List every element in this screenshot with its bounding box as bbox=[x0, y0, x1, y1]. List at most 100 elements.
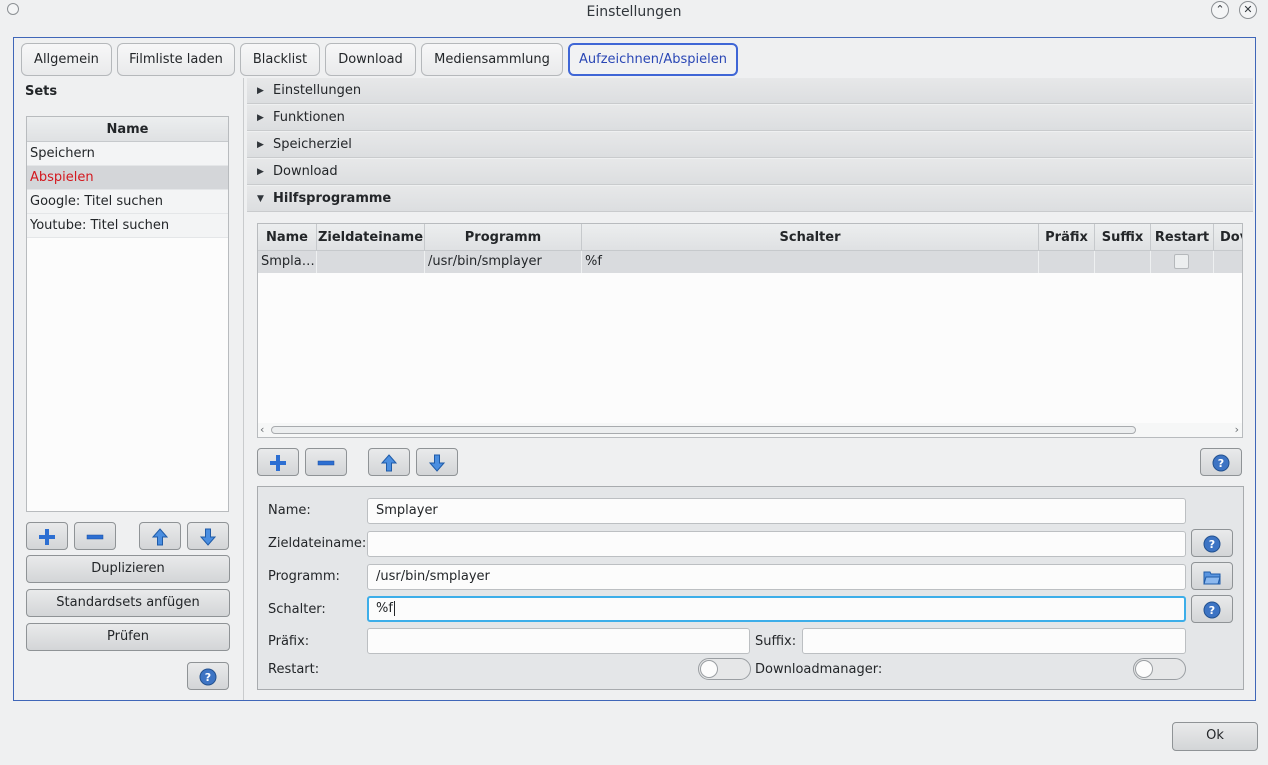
cell-restart bbox=[1151, 251, 1214, 273]
expand-icon: ▶ bbox=[257, 86, 264, 96]
tab-mediensammlung[interactable]: Mediensammlung bbox=[421, 43, 563, 76]
title-bar: Einstellungen ⌃ ✕ bbox=[0, 0, 1268, 26]
switch-help-button[interactable]: ? bbox=[1191, 595, 1233, 623]
section-label: Funktionen bbox=[273, 110, 345, 125]
move-program-up-button[interactable] bbox=[368, 448, 410, 476]
close-icon[interactable]: ✕ bbox=[1239, 1, 1257, 19]
sets-header: Sets bbox=[25, 84, 58, 99]
section-download[interactable]: ▶ Download bbox=[247, 159, 1253, 185]
add-set-button[interactable] bbox=[26, 522, 68, 550]
section-speicherziel[interactable]: ▶ Speicherziel bbox=[247, 132, 1253, 158]
name-label: Name: bbox=[268, 503, 311, 518]
section-funktionen[interactable]: ▶ Funktionen bbox=[247, 105, 1253, 131]
collapse-icon: ▼ bbox=[257, 194, 264, 204]
plus-icon bbox=[39, 529, 55, 545]
duplicate-button[interactable]: Duplizieren bbox=[26, 555, 230, 583]
programs-table[interactable]: Name Zieldateiname Programm Schalter Prä… bbox=[257, 223, 1243, 438]
ok-button[interactable]: Ok bbox=[1172, 722, 1258, 751]
arrow-down-icon bbox=[199, 528, 217, 546]
text-cursor bbox=[393, 601, 395, 616]
tab-allgemein[interactable]: Allgemein bbox=[21, 43, 112, 76]
column-header[interactable]: Programm bbox=[425, 224, 582, 251]
svg-text:?: ? bbox=[1209, 604, 1215, 617]
section-einstellungen[interactable]: ▶ Einstellungen bbox=[247, 78, 1253, 104]
section-hilfsprogramme[interactable]: ▼ Hilfsprogramme bbox=[247, 186, 1253, 212]
browse-program-button[interactable] bbox=[1191, 562, 1233, 590]
suffix-field[interactable] bbox=[802, 628, 1186, 654]
column-header[interactable]: Präfix bbox=[1039, 224, 1095, 251]
minimize-icon[interactable]: ⌃ bbox=[1211, 1, 1229, 19]
program-label: Programm: bbox=[268, 569, 340, 584]
list-item[interactable]: Google: Titel suchen bbox=[27, 190, 228, 214]
restart-toggle[interactable] bbox=[698, 658, 751, 680]
arrow-down-icon bbox=[428, 454, 446, 472]
arrow-up-icon bbox=[151, 528, 169, 546]
programs-help-button[interactable]: ? bbox=[1200, 448, 1242, 476]
check-button[interactable]: Prüfen bbox=[26, 623, 230, 651]
sets-help-button[interactable]: ? bbox=[187, 662, 229, 690]
window-title: Einstellungen bbox=[586, 4, 682, 20]
list-item[interactable]: Youtube: Titel suchen bbox=[27, 214, 228, 238]
svg-text:?: ? bbox=[1218, 457, 1224, 470]
cell-prefix bbox=[1039, 251, 1095, 273]
section-label: Download bbox=[273, 164, 338, 179]
help-icon: ? bbox=[1212, 454, 1230, 472]
scrollbar-thumb[interactable] bbox=[271, 426, 1136, 434]
cell-program: /usr/bin/smplayer bbox=[425, 251, 582, 273]
column-header[interactable]: Dov bbox=[1214, 224, 1242, 251]
tab-filmliste-laden[interactable]: Filmliste laden bbox=[117, 43, 235, 76]
target-help-button[interactable]: ? bbox=[1191, 529, 1233, 557]
move-set-up-button[interactable] bbox=[139, 522, 181, 550]
help-icon: ? bbox=[1203, 535, 1221, 553]
list-item[interactable]: Abspielen bbox=[27, 166, 228, 190]
switch-label: Schalter: bbox=[268, 602, 326, 617]
switch-field[interactable]: %f bbox=[367, 596, 1186, 622]
list-item[interactable]: Speichern bbox=[27, 142, 228, 166]
minus-icon bbox=[86, 534, 104, 540]
prefix-label: Präfix: bbox=[268, 634, 310, 649]
remove-program-button[interactable] bbox=[305, 448, 347, 476]
column-header[interactable]: Restart bbox=[1151, 224, 1214, 251]
name-field[interactable]: Smplayer bbox=[367, 498, 1186, 524]
program-field[interactable]: /usr/bin/smplayer bbox=[367, 564, 1186, 590]
move-set-down-button[interactable] bbox=[187, 522, 229, 550]
downloadmanager-toggle[interactable] bbox=[1133, 658, 1186, 680]
add-program-button[interactable] bbox=[257, 448, 299, 476]
restart-checkbox[interactable] bbox=[1174, 254, 1189, 269]
move-program-down-button[interactable] bbox=[416, 448, 458, 476]
scroll-right-icon[interactable]: › bbox=[1235, 423, 1239, 436]
scroll-left-icon[interactable]: ‹ bbox=[260, 423, 264, 436]
cell-target bbox=[317, 251, 425, 273]
folder-open-icon bbox=[1203, 571, 1221, 585]
tab-blacklist[interactable]: Blacklist bbox=[240, 43, 320, 76]
section-label: Einstellungen bbox=[273, 83, 362, 98]
target-filename-label: Zieldateiname: bbox=[268, 536, 367, 551]
toggle-knob bbox=[700, 660, 718, 678]
horizontal-scrollbar[interactable]: ‹ › bbox=[258, 423, 1242, 437]
column-header[interactable]: Name bbox=[258, 224, 317, 251]
section-label: Hilfsprogramme bbox=[273, 191, 392, 206]
expand-icon: ▶ bbox=[257, 140, 264, 150]
sets-column-header[interactable]: Name bbox=[27, 117, 228, 142]
help-icon: ? bbox=[1203, 601, 1221, 619]
toggle-knob bbox=[1135, 660, 1153, 678]
column-header[interactable]: Suffix bbox=[1095, 224, 1151, 251]
target-filename-field[interactable] bbox=[367, 531, 1186, 557]
suffix-label: Suffix: bbox=[755, 634, 797, 649]
tab-aufzeichnen-abspielen[interactable]: Aufzeichnen/Abspielen bbox=[568, 43, 738, 76]
column-header[interactable]: Zieldateiname bbox=[317, 224, 425, 251]
add-default-sets-button[interactable]: Standardsets anfügen bbox=[26, 589, 230, 617]
expand-icon: ▶ bbox=[257, 113, 264, 123]
tab-download[interactable]: Download bbox=[325, 43, 416, 76]
svg-text:?: ? bbox=[205, 671, 211, 684]
prefix-field[interactable] bbox=[367, 628, 750, 654]
cell-switch: %f bbox=[582, 251, 1039, 273]
svg-text:?: ? bbox=[1209, 538, 1215, 551]
remove-set-button[interactable] bbox=[74, 522, 116, 550]
column-header[interactable]: Schalter bbox=[582, 224, 1039, 251]
minus-icon bbox=[317, 460, 335, 466]
table-row[interactable]: Smpla… /usr/bin/smplayer %f bbox=[258, 251, 1242, 273]
sets-list[interactable]: Name Speichern Abspielen Google: Titel s… bbox=[26, 116, 229, 512]
expand-icon: ▶ bbox=[257, 167, 264, 177]
section-label: Speicherziel bbox=[273, 137, 352, 152]
